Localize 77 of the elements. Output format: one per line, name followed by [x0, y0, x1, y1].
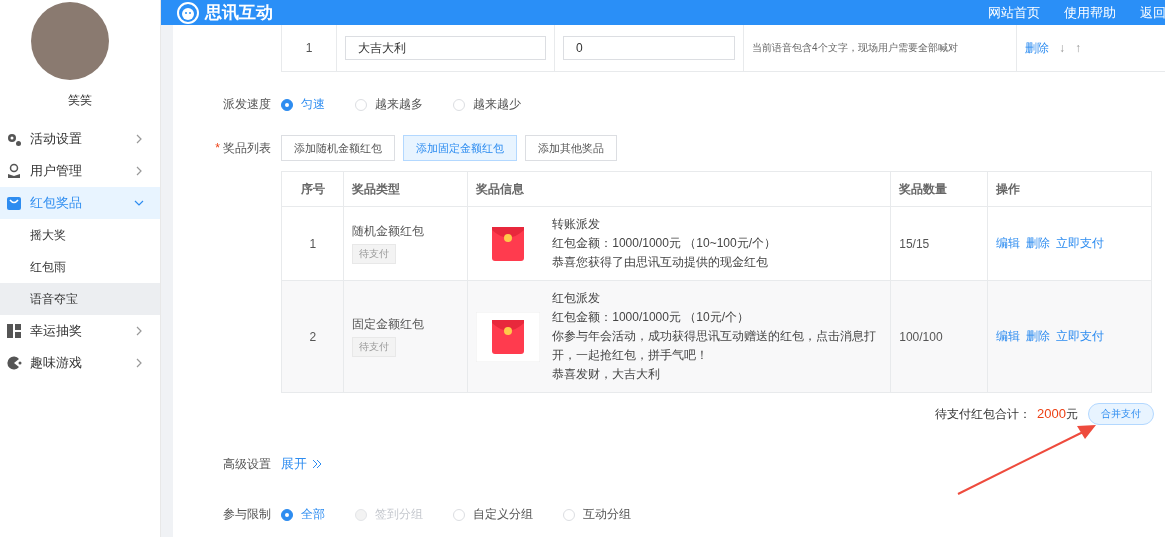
prize-info-line: 恭喜发财，大吉大利	[552, 366, 662, 383]
user-name: 笑笑	[67, 92, 93, 109]
prize-info-line: 红包派发	[552, 290, 602, 307]
column-header: 奖品类型	[343, 171, 468, 207]
field-label: 奖品列表	[223, 140, 271, 155]
gears-icon	[6, 131, 22, 147]
expand-link[interactable]: 展开	[281, 455, 307, 473]
action-link[interactable]: 立即支付	[1056, 328, 1105, 345]
sidebar-item[interactable]: 趣味游戏	[0, 347, 160, 379]
add-prize-button[interactable]: 添加其他奖品	[525, 135, 617, 161]
chevron-icon	[134, 198, 144, 208]
action-link[interactable]: 编辑	[996, 328, 1021, 345]
nav-link[interactable]: 网站首页	[988, 3, 1040, 22]
grid-icon	[6, 323, 22, 339]
double-chevron-icon	[312, 459, 322, 469]
column-header: 操作	[987, 171, 1152, 207]
field-label: 参与限制	[222, 506, 272, 523]
radio-option[interactable]: 越来越多	[355, 96, 423, 113]
sidebar-subitem[interactable]: 摇大奖	[0, 219, 160, 251]
chevron-icon	[134, 134, 144, 144]
prize-info-line: 转账派发	[552, 216, 602, 233]
move-up-button[interactable]: ↑	[1075, 41, 1081, 55]
envelope-icon	[476, 311, 541, 362]
status-tag: 待支付	[352, 337, 397, 357]
total-amount: 2000	[1037, 405, 1066, 421]
move-down-button[interactable]: ↓	[1059, 41, 1065, 55]
prize-info-line: 你参与年会活动，成功获得思讯互动赠送的红包，点击消息打开，一起抢红包，拼手气吧！	[552, 328, 878, 364]
action-link[interactable]: 立即支付	[1056, 235, 1105, 252]
column-header: 奖品数量	[890, 171, 988, 207]
sidebar-subitem[interactable]: 语音夺宝	[0, 283, 160, 315]
radio-option[interactable]: 全部	[281, 506, 325, 523]
chevron-icon	[134, 358, 144, 368]
sidebar-item[interactable]: 幸运抽奖	[0, 315, 160, 347]
nav-link[interactable]: 返回	[1140, 3, 1165, 22]
total-label: 待支付红包合计：	[935, 405, 1032, 423]
logo-text: 思讯互动	[205, 2, 273, 24]
prize-type: 随机金额红包	[352, 224, 425, 238]
radio-option[interactable]: 自定义分组	[453, 506, 533, 523]
user-icon	[6, 163, 22, 179]
currency-unit: 元	[1066, 406, 1078, 421]
field-label: 派发速度	[222, 96, 272, 113]
prize-info-line: 红包金额：1000/1000元 （10元/个）	[552, 309, 750, 326]
gift-box-icon	[6, 195, 22, 211]
table-cell: 100/100	[890, 280, 988, 393]
radio-option[interactable]: 匀速	[281, 96, 325, 113]
column-header: 奖品信息	[467, 171, 891, 207]
hint-text: 当前语音包含4个文字，现场用户需要全部喊对	[752, 41, 958, 55]
column-header: 序号	[281, 171, 344, 207]
prize-info-line: 恭喜您获得了由思讯互动提供的现金红包	[552, 254, 770, 271]
nav-link[interactable]: 使用帮助	[1064, 3, 1116, 22]
table-cell: 1	[281, 206, 344, 281]
sidebar-item[interactable]: 活动设置	[0, 123, 160, 155]
pacman-icon	[6, 355, 22, 371]
sidebar-subitem[interactable]: 红包雨	[0, 251, 160, 283]
table-cell: 2	[281, 280, 344, 393]
chevron-icon	[134, 166, 144, 176]
action-link[interactable]: 编辑	[996, 235, 1021, 252]
table-cell: 15/15	[890, 206, 988, 281]
action-link[interactable]: 删除	[1026, 235, 1051, 252]
add-prize-button[interactable]: 添加固定金额红包	[403, 135, 517, 161]
add-prize-button[interactable]: 添加随机金额红包	[281, 135, 395, 161]
status-tag: 待支付	[352, 244, 397, 264]
radio-option[interactable]: 互动分组	[563, 506, 631, 523]
radio-option[interactable]: 越来越少	[453, 96, 521, 113]
prize-type: 固定金额红包	[352, 317, 425, 331]
combined-pay-button[interactable]: 合并支付	[1088, 403, 1154, 425]
value-input[interactable]: 0	[563, 36, 735, 60]
sidebar-item[interactable]: 用户管理	[0, 155, 160, 187]
action-link[interactable]: 删除	[1026, 328, 1051, 345]
delete-link[interactable]: 删除	[1025, 39, 1049, 57]
required-mark: *	[215, 140, 220, 155]
chevron-icon	[134, 326, 144, 336]
row-number: 1	[305, 41, 313, 55]
field-label: 高级设置	[222, 455, 272, 473]
sidebar-item[interactable]: 红包奖品	[0, 187, 160, 219]
word-input[interactable]: 大吉大利	[345, 36, 546, 60]
prize-info-line: 红包金额：1000/1000元 （10~100元/个）	[552, 235, 777, 252]
